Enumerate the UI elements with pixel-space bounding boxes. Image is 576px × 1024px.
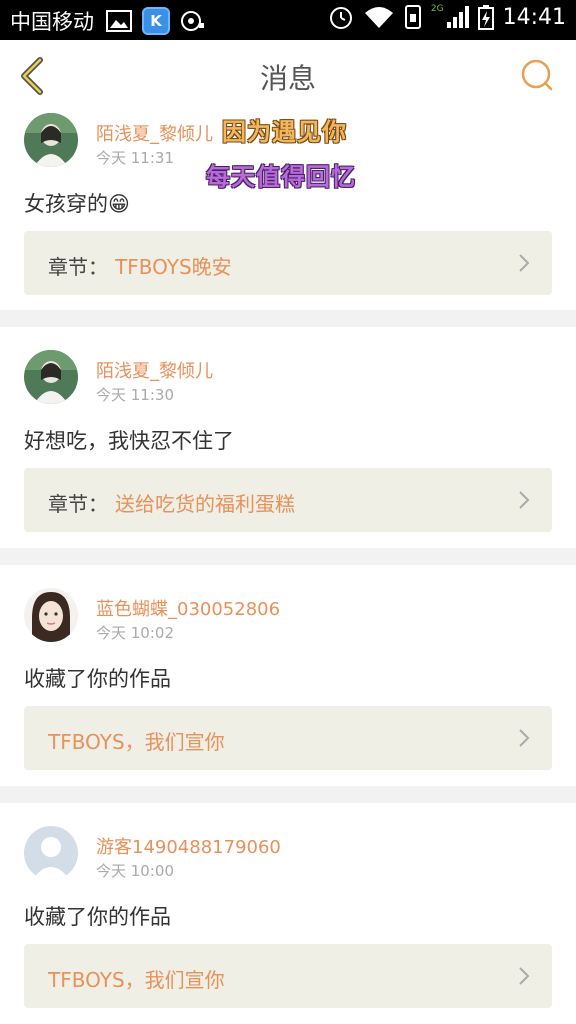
message-time: 今天 10:00 [96, 862, 174, 880]
status-icons: 2G 14:41 [328, 4, 566, 30]
battery-charging-icon [477, 5, 494, 30]
user-avatar[interactable] [24, 350, 78, 404]
status-bar: 中国移动 K 2G 14:41 [0, 0, 576, 40]
message-text: 好想吃，我快忍不住了 [24, 429, 234, 453]
app-header: 消息 [0, 40, 576, 111]
message-time: 今天 11:31 [96, 149, 174, 167]
chapter-link[interactable]: 章节： TFBOYS晚安 [24, 231, 552, 295]
chevron-right-icon [519, 491, 530, 509]
k-app-icon: K [142, 7, 170, 35]
overlay-text-line2: 每天值得回忆 [206, 163, 356, 191]
message-card: 游客1490488179060 今天 10:00 收藏了你的作品 TFBOYS，… [0, 803, 576, 1024]
clock: 14:41 [502, 4, 566, 30]
carrier-name: 中国移动 [10, 10, 94, 34]
image-notification-icon [106, 10, 132, 32]
chapter-title: 送给吃货的福利蛋糕 [115, 492, 295, 516]
disc-notification-icon [181, 11, 204, 31]
search-icon[interactable] [520, 58, 554, 92]
user-avatar[interactable] [24, 113, 78, 167]
message-text: 收藏了你的作品 [24, 667, 171, 691]
work-title: TFBOYS，我们宣你 [48, 968, 225, 992]
chapter-link[interactable]: 章节： 送给吃货的福利蛋糕 [24, 468, 552, 532]
alarm-icon [329, 7, 352, 29]
chapter-prefix: 章节： [48, 255, 108, 279]
user-avatar[interactable] [24, 826, 78, 880]
work-title: TFBOYS，我们宣你 [48, 730, 225, 754]
message-time: 今天 11:30 [96, 386, 174, 404]
chapter-title: TFBOYS晚安 [115, 255, 232, 279]
overlay-text-line1: 因为遇见你 [222, 118, 347, 146]
sim-icon [404, 5, 421, 29]
chevron-right-icon [519, 729, 530, 747]
k-app-letter: K [150, 12, 162, 30]
work-link[interactable]: TFBOYS，我们宣你 [24, 706, 552, 770]
message-card: 蓝色蝴蝶_030052806 今天 10:02 收藏了你的作品 TFBOYS，我… [0, 565, 576, 786]
chevron-right-icon [519, 967, 530, 985]
username[interactable]: 陌浅夏_黎倾儿 [96, 357, 213, 383]
message-time: 今天 10:02 [96, 624, 174, 642]
notification-icons: K [106, 7, 206, 35]
work-link[interactable]: TFBOYS，我们宣你 [24, 944, 552, 1008]
user-avatar[interactable] [24, 588, 78, 642]
page-title: 消息 [259, 62, 316, 95]
message-text: 收藏了你的作品 [24, 905, 171, 929]
username[interactable]: 陌浅夏_黎倾儿 [96, 120, 213, 146]
username[interactable]: 游客1490488179060 [96, 833, 281, 859]
chapter-prefix: 章节： [48, 492, 108, 516]
username[interactable]: 蓝色蝴蝶_030052806 [96, 595, 280, 621]
chevron-right-icon [519, 254, 530, 272]
wifi-icon [364, 7, 393, 28]
message-text: 女孩穿的😁 [24, 192, 130, 216]
message-card: 陌浅夏_黎倾儿 今天 11:30 好想吃，我快忍不住了 章节： 送给吃货的福利蛋… [0, 327, 576, 548]
signal-strength-icon [446, 6, 469, 28]
network-type-label: 2G [430, 4, 444, 14]
